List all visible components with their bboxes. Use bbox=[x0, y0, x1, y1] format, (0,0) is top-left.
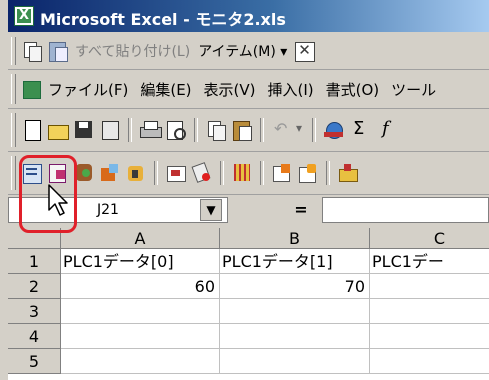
undo-icon[interactable] bbox=[270, 118, 294, 142]
autosum-icon[interactable] bbox=[348, 118, 372, 142]
items-dropdown[interactable]: アイテム(M) ▾ bbox=[195, 41, 290, 61]
menu-tools[interactable]: ツール bbox=[385, 79, 442, 100]
toolbar-separator bbox=[194, 118, 198, 142]
cell-c1[interactable]: PLC1デー bbox=[370, 249, 489, 274]
settings-icon[interactable] bbox=[230, 161, 254, 185]
cell-a5[interactable] bbox=[61, 349, 220, 374]
toolbar-separator bbox=[128, 118, 132, 142]
toolbar-separator bbox=[260, 118, 264, 142]
toolbar-separator bbox=[154, 161, 158, 185]
menu-view[interactable]: 表示(V) bbox=[198, 79, 262, 100]
spreadsheet-grid: A B C 1 PLC1データ[0] PLC1データ[1] PLC1デー 2 6… bbox=[8, 228, 489, 380]
cell-a3[interactable] bbox=[61, 299, 220, 324]
toolbar-separator bbox=[326, 161, 330, 185]
row-header[interactable]: 5 bbox=[8, 349, 61, 374]
print-preview-icon[interactable] bbox=[164, 118, 188, 142]
menu-edit[interactable]: 編集(E) bbox=[134, 79, 197, 100]
column-header-c[interactable]: C bbox=[370, 228, 489, 249]
paste-all-icon[interactable] bbox=[46, 39, 70, 63]
new-icon[interactable] bbox=[20, 118, 44, 142]
standard-toolbar bbox=[8, 109, 489, 152]
cell-a2[interactable]: 60 bbox=[61, 274, 220, 299]
cell-b2[interactable]: 70 bbox=[220, 274, 370, 299]
store-icon[interactable] bbox=[336, 161, 360, 185]
mouse-cursor-icon bbox=[48, 184, 68, 216]
menu-file[interactable]: ファイル(F) bbox=[42, 79, 134, 100]
permission-icon[interactable] bbox=[98, 118, 122, 142]
sheet-control-icon[interactable] bbox=[20, 77, 42, 101]
standard-toolbar-grip[interactable] bbox=[11, 113, 16, 147]
cell-b1[interactable]: PLC1データ[1] bbox=[220, 249, 370, 274]
bug-icon[interactable] bbox=[190, 161, 214, 185]
cell-b3[interactable] bbox=[220, 299, 370, 324]
transfer-icon[interactable] bbox=[296, 161, 320, 185]
row-header[interactable]: 4 bbox=[8, 324, 61, 349]
copy-icon[interactable] bbox=[204, 118, 228, 142]
cell-c2[interactable] bbox=[370, 274, 489, 299]
cell-c3[interactable] bbox=[370, 299, 489, 324]
cell-c4[interactable] bbox=[370, 324, 489, 349]
toolbar-separator bbox=[312, 118, 316, 142]
toolbar-separator bbox=[260, 161, 264, 185]
row-header[interactable]: 2 bbox=[8, 274, 61, 299]
paste-all-button[interactable]: すべて貼り付け(L) bbox=[72, 41, 193, 61]
menu-grip[interactable] bbox=[11, 74, 16, 104]
formula-input[interactable] bbox=[322, 197, 489, 223]
addin-toolbar bbox=[8, 152, 489, 195]
cell-b5[interactable] bbox=[220, 349, 370, 374]
undo-dropdown-icon[interactable] bbox=[296, 118, 306, 142]
toolbar-grip[interactable] bbox=[11, 37, 16, 65]
cell-a1[interactable]: PLC1データ[0] bbox=[61, 249, 220, 274]
search-icon[interactable] bbox=[124, 161, 148, 185]
column-header-b[interactable]: B bbox=[220, 228, 370, 249]
toolbar-separator bbox=[220, 161, 224, 185]
copy-icon[interactable] bbox=[20, 39, 44, 63]
row-header[interactable]: 3 bbox=[8, 299, 61, 324]
edit-icon[interactable] bbox=[164, 161, 188, 185]
save-icon[interactable] bbox=[72, 118, 96, 142]
cell-b4[interactable] bbox=[220, 324, 370, 349]
title-bar: Microsoft Excel - モニタ2.xls bbox=[8, 0, 489, 32]
print-icon[interactable] bbox=[138, 118, 162, 142]
menu-format[interactable]: 書式(O) bbox=[320, 79, 386, 100]
import-icon[interactable] bbox=[270, 161, 294, 185]
equals-button[interactable]: = bbox=[284, 199, 318, 221]
open-icon[interactable] bbox=[46, 118, 70, 142]
column-header-a[interactable]: A bbox=[61, 228, 220, 249]
name-box-dropdown-icon[interactable]: ▼ bbox=[200, 199, 222, 221]
export-icon[interactable] bbox=[98, 161, 122, 185]
window-title: Microsoft Excel - モニタ2.xls bbox=[40, 10, 286, 29]
hyperlink-icon[interactable] bbox=[322, 118, 346, 142]
excel-app-icon[interactable] bbox=[14, 6, 34, 26]
addin-toolbar-grip[interactable] bbox=[11, 156, 16, 190]
clear-clipboard-icon[interactable] bbox=[292, 39, 316, 63]
clipboard-toolbar: すべて貼り付け(L) アイテム(M) ▾ bbox=[8, 33, 489, 70]
row-header[interactable]: 1 bbox=[8, 249, 61, 274]
cell-c5[interactable] bbox=[370, 349, 489, 374]
cell-a4[interactable] bbox=[61, 324, 220, 349]
menu-insert[interactable]: 挿入(I) bbox=[262, 79, 320, 100]
name-box-value: J21 bbox=[97, 202, 119, 218]
excel-window: Microsoft Excel - モニタ2.xls すべて貼り付け(L) アイ… bbox=[0, 0, 489, 380]
menu-bar: ファイル(F) 編集(E) 表示(V) 挿入(I) 書式(O) ツール bbox=[8, 70, 489, 109]
function-icon[interactable] bbox=[374, 118, 398, 142]
paste-icon[interactable] bbox=[230, 118, 254, 142]
